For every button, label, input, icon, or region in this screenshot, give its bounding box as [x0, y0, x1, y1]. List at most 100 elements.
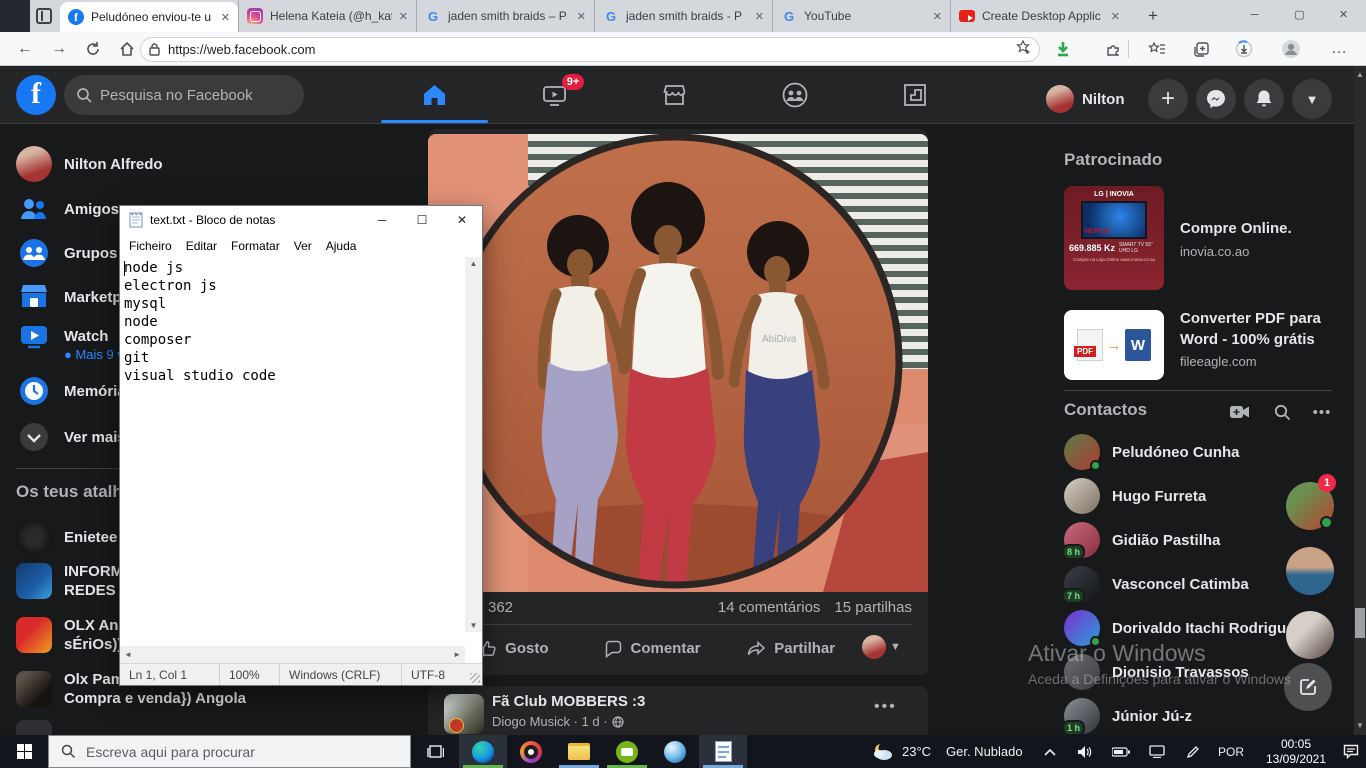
menu-ajuda[interactable]: Ajuda: [319, 239, 364, 253]
account-menu-button[interactable]: ▼: [1292, 79, 1332, 119]
nav-groups[interactable]: [741, 70, 848, 120]
tab-search-2[interactable]: G jaden smith braids - P ✕: [594, 0, 772, 32]
ad-title[interactable]: Converter PDF para Word - 100% grátis: [1180, 308, 1332, 350]
action-center-icon[interactable]: [1338, 735, 1364, 768]
refresh-icon[interactable]: [80, 37, 106, 61]
pen-icon[interactable]: [1180, 735, 1206, 768]
comment-as-avatar[interactable]: ▼: [862, 635, 901, 659]
back-icon[interactable]: ←: [12, 37, 38, 61]
sidebar-item-profile[interactable]: Nilton Alfredo: [8, 142, 428, 186]
create-button[interactable]: +: [1148, 79, 1188, 119]
tray-chevron-icon[interactable]: [1038, 735, 1062, 768]
taskbar-screen-recorder[interactable]: [603, 735, 651, 768]
facebook-search[interactable]: Pesquisa no Facebook: [64, 75, 304, 115]
scroll-down-icon[interactable]: ▼: [1354, 719, 1366, 733]
menu-ficheiro[interactable]: Ficheiro: [122, 239, 179, 253]
tab-close-icon[interactable]: ✕: [221, 11, 230, 24]
comment-button[interactable]: Comentar: [583, 629, 722, 667]
browser-menu-icon[interactable]: …: [1326, 37, 1352, 61]
scroll-up-icon[interactable]: ▲: [465, 259, 482, 268]
post-menu-icon[interactable]: •••: [874, 698, 897, 716]
tab-instagram[interactable]: Helena Kateia (@h_kat ✕: [238, 0, 416, 32]
window-minimize-button[interactable]: ─: [1232, 0, 1277, 31]
comments-count[interactable]: 14 comentários: [718, 599, 821, 616]
notepad-window[interactable]: text.txt - Bloco de notas ─ ☐ ✕ Ficheiro…: [119, 205, 483, 686]
volume-icon[interactable]: [1072, 735, 1098, 768]
scroll-left-icon[interactable]: ◄: [124, 650, 132, 659]
taskbar-edge[interactable]: [459, 735, 507, 768]
taskbar-clock[interactable]: 00:05 13/09/2021: [1254, 737, 1338, 767]
tab-close-icon[interactable]: ✕: [755, 10, 764, 23]
weather-temp[interactable]: 23°C: [902, 735, 931, 768]
weather-condition[interactable]: Ger. Nublado: [946, 735, 1023, 768]
network-icon[interactable]: [1144, 735, 1170, 768]
share-button[interactable]: Partilhar: [721, 629, 860, 667]
window-close-button[interactable]: ✕: [1321, 0, 1366, 31]
menu-editar[interactable]: Editar: [179, 239, 224, 253]
chat-head[interactable]: [1286, 611, 1334, 659]
tab-search-1[interactable]: G jaden smith braids – P ✕: [416, 0, 594, 32]
tab-close-icon[interactable]: ✕: [577, 10, 586, 23]
taskbar-search[interactable]: Escreva aqui para procurar: [48, 735, 411, 768]
contact-row[interactable]: 1 h Júnior Jú-z: [1056, 694, 1306, 738]
page-scrollbar[interactable]: ▲ ▼: [1354, 66, 1366, 735]
address-bar[interactable]: https://web.facebook.com: [140, 37, 1040, 62]
task-view-button[interactable]: [411, 735, 459, 768]
weather-icon[interactable]: [868, 735, 898, 768]
page-name[interactable]: Fã Club MOBBERS :3: [492, 693, 645, 710]
nav-marketplace[interactable]: [621, 70, 728, 120]
window-maximize-button[interactable]: ▢: [1277, 0, 1322, 31]
nav-gaming[interactable]: [861, 70, 968, 120]
notepad-maximize-button[interactable]: ☐: [402, 206, 442, 234]
contact-row[interactable]: 8 h Gidião Pastilha: [1056, 518, 1306, 562]
facebook-logo[interactable]: f: [16, 75, 56, 115]
notepad-text-area[interactable]: node jselectron jsmysqlnodecomposergitvi…: [124, 259, 464, 631]
scroll-right-icon[interactable]: ►: [453, 650, 461, 659]
page-avatar[interactable]: [444, 694, 484, 734]
scrollbar-thumb[interactable]: [1355, 608, 1365, 638]
notepad-close-button[interactable]: ✕: [442, 206, 482, 234]
new-tab-button[interactable]: +: [1140, 4, 1166, 28]
download-extension-icon[interactable]: [1050, 37, 1076, 61]
tab-create-desktop-app[interactable]: Create Desktop Applic ✕: [950, 0, 1128, 32]
video-call-icon[interactable]: [1228, 400, 1252, 424]
tab-youtube[interactable]: G YouTube ✕: [772, 0, 950, 32]
contacts-search-icon[interactable]: [1270, 400, 1294, 424]
contact-row[interactable]: 7 h Vasconcel Catimba: [1056, 562, 1306, 606]
contact-row[interactable]: Peludóneo Cunha: [1056, 430, 1306, 474]
tab-close-icon[interactable]: ✕: [399, 10, 408, 23]
resize-grip[interactable]: [470, 673, 480, 683]
shares-count[interactable]: 15 partilhas: [834, 599, 912, 616]
nav-home[interactable]: [381, 70, 488, 120]
home-icon[interactable]: [114, 37, 140, 61]
notepad-vertical-scrollbar[interactable]: ▲ ▼: [465, 257, 482, 632]
menu-ver[interactable]: Ver: [287, 239, 319, 253]
ad-image-pdf[interactable]: PDF → W: [1064, 310, 1164, 380]
menu-formatar[interactable]: Formatar: [224, 239, 287, 253]
add-favorite-icon[interactable]: [1015, 39, 1031, 60]
tab-actions-menu-icon[interactable]: [36, 8, 52, 24]
taskbar-file-explorer[interactable]: [555, 735, 603, 768]
ad-image-lg[interactable]: LG | INOVIA NETFLIX 669.885 Kz SMART TV …: [1064, 186, 1164, 290]
chat-head[interactable]: [1286, 547, 1334, 595]
contacts-menu-icon[interactable]: •••: [1310, 400, 1334, 424]
notepad-horizontal-scrollbar[interactable]: ◄ ►: [120, 646, 465, 663]
new-message-button[interactable]: [1284, 663, 1332, 711]
start-button[interactable]: [0, 735, 48, 768]
contact-row[interactable]: Hugo Furreta: [1056, 474, 1306, 518]
taskbar-notepad[interactable]: [699, 735, 747, 768]
taskbar-gom-player[interactable]: [507, 735, 555, 768]
tab-facebook[interactable]: f Peludóneo enviou-te u ✕: [60, 2, 238, 32]
ad-title[interactable]: Compre Online.: [1180, 218, 1340, 239]
tab-close-icon[interactable]: ✕: [1111, 10, 1120, 23]
notifications-button[interactable]: [1244, 79, 1284, 119]
extensions-puzzle-icon[interactable]: [1100, 37, 1126, 61]
profile-chip[interactable]: Nilton: [1046, 81, 1125, 117]
scroll-down-icon[interactable]: ▼: [465, 621, 482, 630]
taskbar-eagleget[interactable]: [651, 735, 699, 768]
forward-icon[interactable]: →: [46, 37, 72, 61]
reaction-count[interactable]: 362: [488, 599, 513, 616]
downloads-icon[interactable]: [1231, 37, 1257, 61]
post-image[interactable]: AbiDiva: [428, 134, 928, 592]
language-indicator[interactable]: POR: [1214, 735, 1248, 768]
